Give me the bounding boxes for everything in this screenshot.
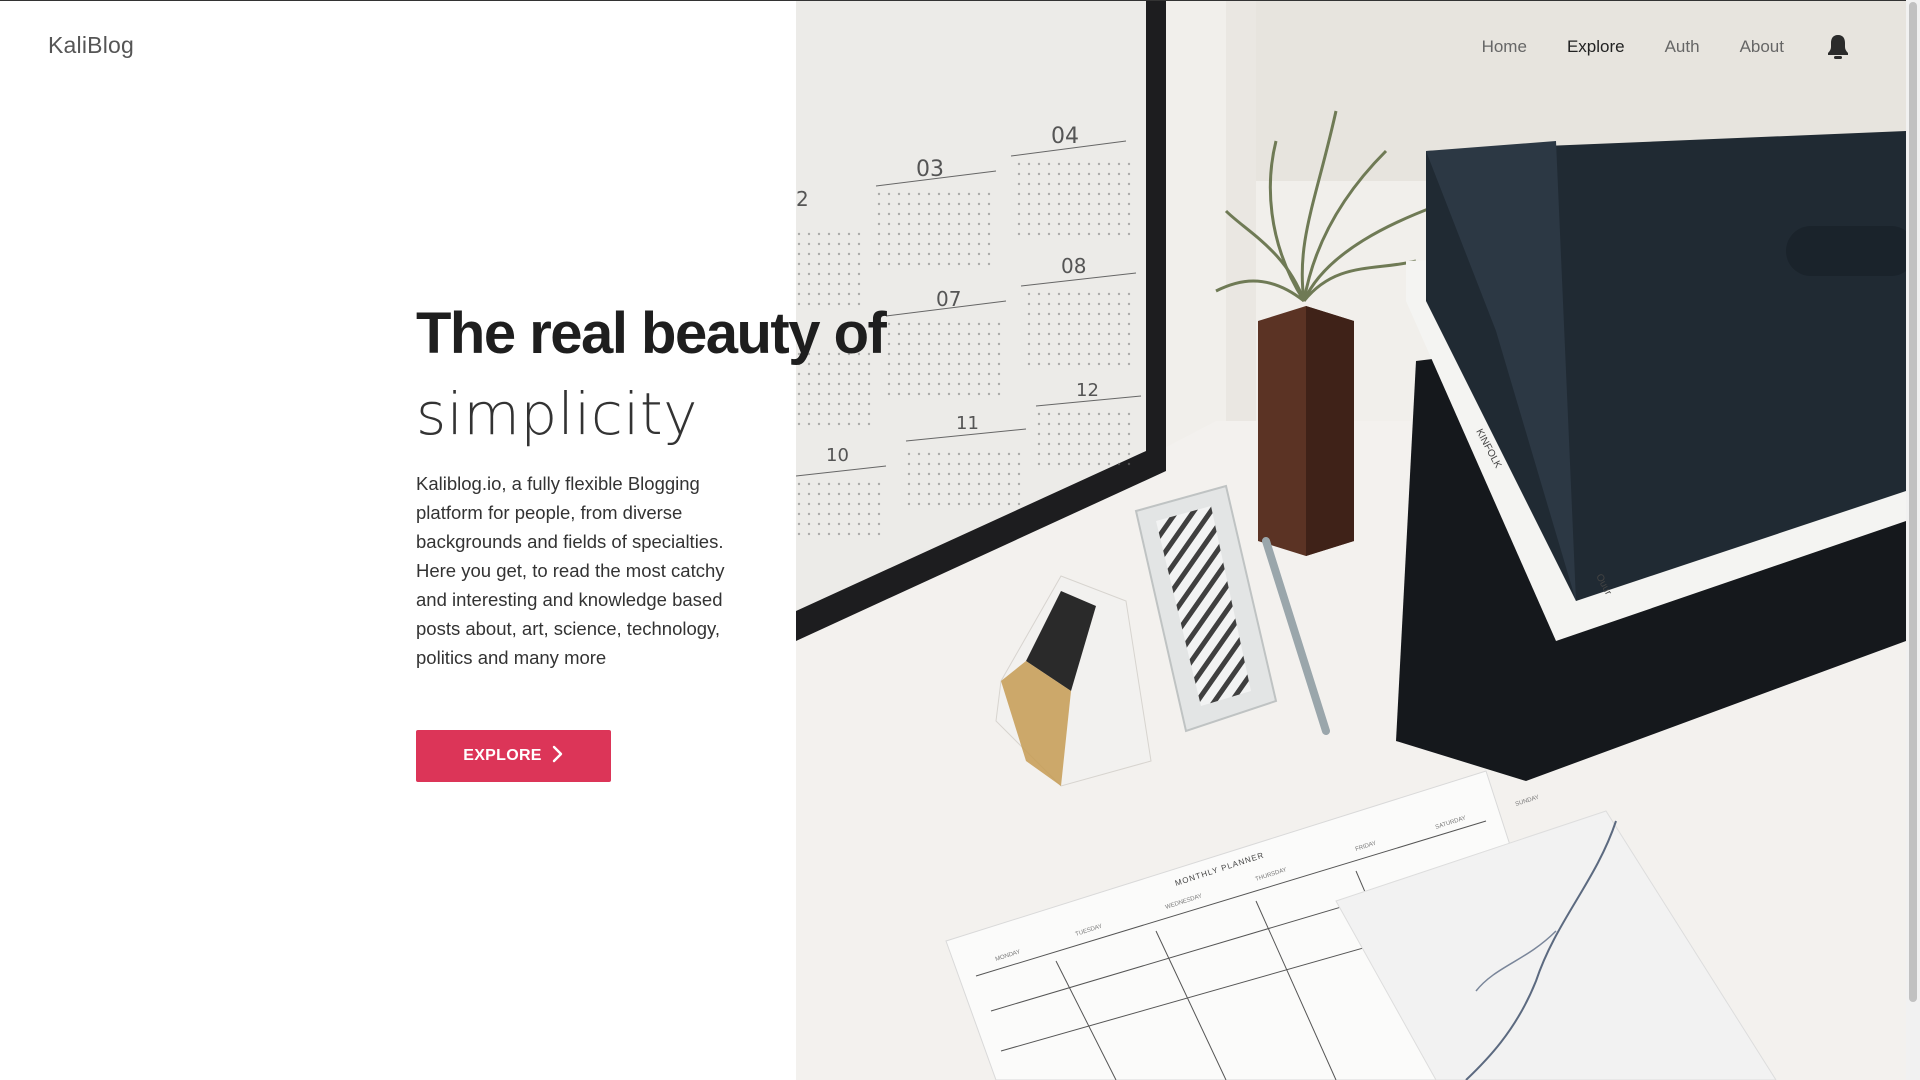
brand-logo[interactable]: KaliBlog <box>48 32 134 59</box>
main-nav: Home Explore Auth About <box>1442 34 1850 60</box>
calendar-month-08: 08 <box>1061 254 1086 278</box>
nav-about[interactable]: About <box>1740 37 1784 57</box>
hero-subhead: simplicity <box>416 380 698 448</box>
user-icon[interactable] <box>1826 34 1850 60</box>
calendar-month-12: 12 <box>1076 380 1099 401</box>
hero-subhead-text: simplicity <box>416 380 698 448</box>
hero-description: Kaliblog.io, a fully flexible Blogging p… <box>416 473 725 668</box>
explore-button-label: EXPLORE <box>463 747 542 764</box>
calendar-month-04: 04 <box>1051 124 1079 149</box>
calendar-month-11: 11 <box>956 413 979 434</box>
nav-auth[interactable]: Auth <box>1665 37 1700 57</box>
scrollbar-thumb[interactable] <box>1909 2 1917 1002</box>
explore-button[interactable]: EXPLORE <box>416 730 611 782</box>
nav-explore[interactable]: Explore <box>1567 37 1625 57</box>
hero-headline: The real beauty of <box>416 301 887 366</box>
nav-home[interactable]: Home <box>1482 37 1527 57</box>
chevron-right-icon <box>552 745 564 768</box>
calendar-month-02: 2 <box>796 187 809 211</box>
calendar-month-10: 10 <box>826 445 849 466</box>
hero-image: 03 04 07 08 11 10 12 2 KINFOLK Ouur MONT… <box>796 1 1906 1080</box>
